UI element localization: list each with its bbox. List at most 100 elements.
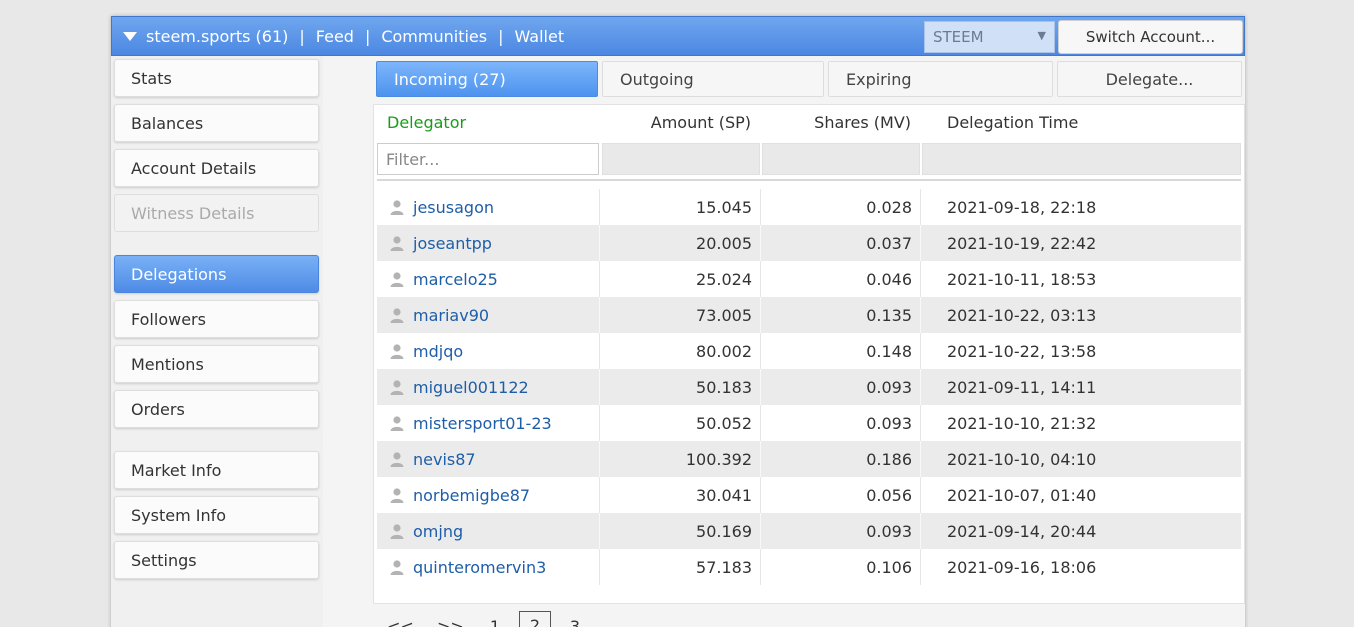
user-icon (389, 307, 405, 323)
delegator-link[interactable]: nevis87 (413, 450, 476, 469)
delegator-link[interactable]: joseantpp (413, 234, 492, 253)
delegator-link[interactable]: jesusagon (413, 198, 494, 217)
sidebar-item-settings[interactable]: Settings (114, 541, 319, 579)
amount-cell: 80.002 (696, 341, 752, 361)
column-header-shares[interactable]: Shares (MV) (814, 113, 911, 132)
delegation-time-cell: 2021-10-22, 13:58 (947, 341, 1097, 361)
amount-cell: 25.024 (696, 269, 752, 289)
delegator-link[interactable]: quinteromervin3 (413, 558, 546, 577)
column-divider (920, 405, 921, 441)
delegation-time-cell: 2021-10-11, 18:53 (947, 269, 1097, 289)
delegator-link[interactable]: marcelo25 (413, 270, 498, 289)
pagination: << >> 1 2 3 (387, 611, 581, 627)
delegator-cell: miguel001122 (413, 369, 598, 405)
delegator-link[interactable]: mdjqo (413, 342, 463, 361)
sidebar-item-followers[interactable]: Followers (114, 300, 319, 338)
shares-filter-cell (762, 143, 920, 175)
amount-cell: 50.169 (696, 521, 752, 541)
column-divider (760, 513, 761, 549)
tab-outgoing[interactable]: Outgoing (602, 61, 824, 97)
shares-cell: 0.093 (866, 377, 912, 397)
table-row: mariav90 73.005 0.135 2021-10-22, 03:13 (377, 297, 1241, 333)
sidebar-item-account-details[interactable]: Account Details (114, 149, 319, 187)
delegator-filter-input[interactable] (377, 143, 599, 175)
delegation-time-cell: 2021-09-11, 14:11 (947, 377, 1097, 397)
pager-page-3[interactable]: 3 (569, 617, 581, 627)
caret-down-icon[interactable] (123, 31, 137, 41)
column-divider (760, 369, 761, 405)
pager-next[interactable]: >> (437, 617, 464, 627)
table-row: miguel001122 50.183 0.093 2021-09-11, 14:11 (377, 369, 1241, 405)
column-divider (599, 513, 600, 549)
nav-separator: | (498, 26, 504, 46)
app-window: steem.sports (61) | Feed | Communities |… (111, 16, 1245, 627)
chain-select[interactable]: STEEM ▼ (924, 21, 1055, 53)
delegation-time-cell: 2021-10-19, 22:42 (947, 233, 1097, 253)
column-divider (599, 369, 600, 405)
sidebar-item-mentions[interactable]: Mentions (114, 345, 319, 383)
amount-cell: 30.041 (696, 485, 752, 505)
tab-incoming[interactable]: Incoming (27) (376, 61, 598, 97)
sidebar-item-system-info[interactable]: System Info (114, 496, 319, 534)
column-divider (920, 297, 921, 333)
nav-link-wallet[interactable]: Wallet (514, 27, 564, 46)
user-icon (389, 271, 405, 287)
shares-cell: 0.106 (866, 557, 912, 577)
delegator-cell: mistersport01-23 (413, 405, 598, 441)
column-divider (599, 549, 600, 585)
sidebar-item-balances[interactable]: Balances (114, 104, 319, 142)
user-icon (389, 199, 405, 215)
column-divider (920, 369, 921, 405)
pager-page-1[interactable]: 1 (489, 617, 501, 627)
column-divider (920, 513, 921, 549)
table-row: nevis87 100.392 0.186 2021-10-10, 04:10 (377, 441, 1241, 477)
nav-link-feed[interactable]: Feed (316, 27, 354, 46)
delegations-table: Delegator Amount (SP) Shares (MV) Delega… (373, 104, 1245, 604)
delegation-time-cell: 2021-10-22, 03:13 (947, 305, 1097, 325)
delegator-link[interactable]: norbemigbe87 (413, 486, 530, 505)
column-header-delegation-time[interactable]: Delegation Time (947, 113, 1078, 132)
sidebar-item-orders[interactable]: Orders (114, 390, 319, 428)
delegation-time-cell: 2021-09-16, 18:06 (947, 557, 1097, 577)
account-menu[interactable]: steem.sports (61) (146, 27, 288, 46)
chain-select-value: STEEM (933, 28, 984, 46)
table-header: Delegator Amount (SP) Shares (MV) Delega… (377, 105, 1241, 139)
shares-cell: 0.046 (866, 269, 912, 289)
delegator-cell: marcelo25 (413, 261, 598, 297)
nav-separator: | (299, 26, 305, 46)
sidebar-item-delegations[interactable]: Delegations (114, 255, 319, 293)
nav-separator: | (364, 26, 371, 46)
column-divider (760, 225, 761, 261)
switch-account-button[interactable]: Switch Account... (1058, 20, 1243, 54)
nav-link-communities[interactable]: Communities (381, 27, 487, 46)
column-header-amount[interactable]: Amount (SP) (651, 113, 751, 132)
table-row: jesusagon 15.045 0.028 2021-09-18, 22:18 (377, 189, 1241, 225)
user-icon (389, 235, 405, 251)
delegator-link[interactable]: omjng (413, 522, 463, 541)
tab-expiring[interactable]: Expiring (828, 61, 1053, 97)
table-row: omjng 50.169 0.093 2021-09-14, 20:44 (377, 513, 1241, 549)
shares-cell: 0.093 (866, 413, 912, 433)
sidebar-item-stats[interactable]: Stats (114, 59, 319, 97)
amount-cell: 15.045 (696, 197, 752, 217)
delegator-link[interactable]: mistersport01-23 (413, 414, 552, 433)
pager-page-2[interactable]: 2 (519, 611, 551, 627)
user-icon (389, 379, 405, 395)
delegate-button[interactable]: Delegate... (1057, 61, 1242, 97)
sidebar-item-market-info[interactable]: Market Info (114, 451, 319, 489)
column-header-delegator[interactable]: Delegator (387, 113, 466, 132)
column-divider (760, 405, 761, 441)
delegation-time-cell: 2021-10-10, 04:10 (947, 449, 1097, 469)
column-divider (920, 189, 921, 225)
chevron-down-icon: ▼ (1037, 29, 1046, 42)
column-divider (920, 333, 921, 369)
amount-cell: 50.052 (696, 413, 752, 433)
sidebar: Stats Balances Account Details Witness D… (111, 56, 323, 627)
delegator-link[interactable]: mariav90 (413, 306, 489, 325)
header-divider (377, 179, 1241, 181)
pager-prev[interactable]: << (387, 617, 414, 627)
delegator-link[interactable]: miguel001122 (413, 378, 529, 397)
shares-cell: 0.186 (866, 449, 912, 469)
column-divider (599, 405, 600, 441)
amount-cell: 73.005 (696, 305, 752, 325)
